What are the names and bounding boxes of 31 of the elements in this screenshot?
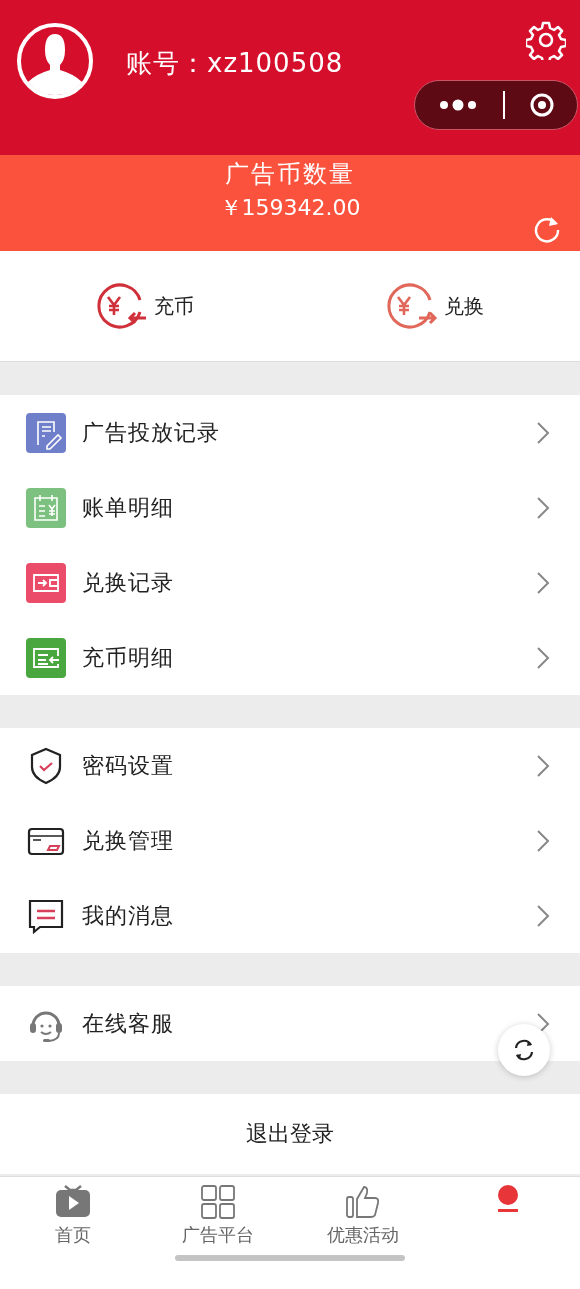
chevron-right-icon: [536, 903, 550, 928]
balance-title: 广告币数量: [225, 159, 355, 190]
chevron-right-icon: [536, 753, 550, 778]
avatar-icon: [16, 22, 94, 100]
menu-item[interactable]: 账单明细: [0, 470, 580, 545]
action-button[interactable]: 充币: [0, 251, 290, 361]
settings-icon[interactable]: [526, 20, 566, 60]
menu-item[interactable]: 我的消息: [0, 878, 580, 953]
action-button[interactable]: 兑换: [290, 251, 580, 361]
yuan-in-icon[interactable]: [96, 280, 148, 332]
menu-item[interactable]: 充币明细: [0, 620, 580, 695]
tab[interactable]: 优惠活动: [290, 1183, 435, 1247]
chevron-right-icon: [536, 495, 550, 520]
logout-button[interactable]: 退出登录: [0, 1094, 580, 1174]
capsule-menu[interactable]: [414, 80, 578, 130]
chevron-right-icon: [536, 570, 550, 595]
menu-item[interactable]: 广告投放记录: [0, 395, 580, 470]
menu-item[interactable]: 兑换管理: [0, 803, 580, 878]
chevron-right-icon: [536, 645, 550, 670]
target-icon[interactable]: [530, 93, 555, 117]
menu-item[interactable]: 密码设置: [0, 728, 580, 803]
chevron-right-icon: [536, 420, 550, 445]
tab[interactable]: 首页: [0, 1183, 145, 1247]
yuan-out-icon[interactable]: [386, 280, 438, 332]
more-icon[interactable]: [437, 99, 478, 111]
tab[interactable]: 广告平台: [145, 1183, 290, 1247]
chevron-right-icon: [536, 828, 550, 853]
account-text: 账号：xz100508: [126, 47, 344, 80]
menu-item[interactable]: 在线客服: [0, 986, 580, 1061]
menu-item[interactable]: 兑换记录: [0, 545, 580, 620]
balance-amount: ￥159342.00: [219, 194, 361, 222]
